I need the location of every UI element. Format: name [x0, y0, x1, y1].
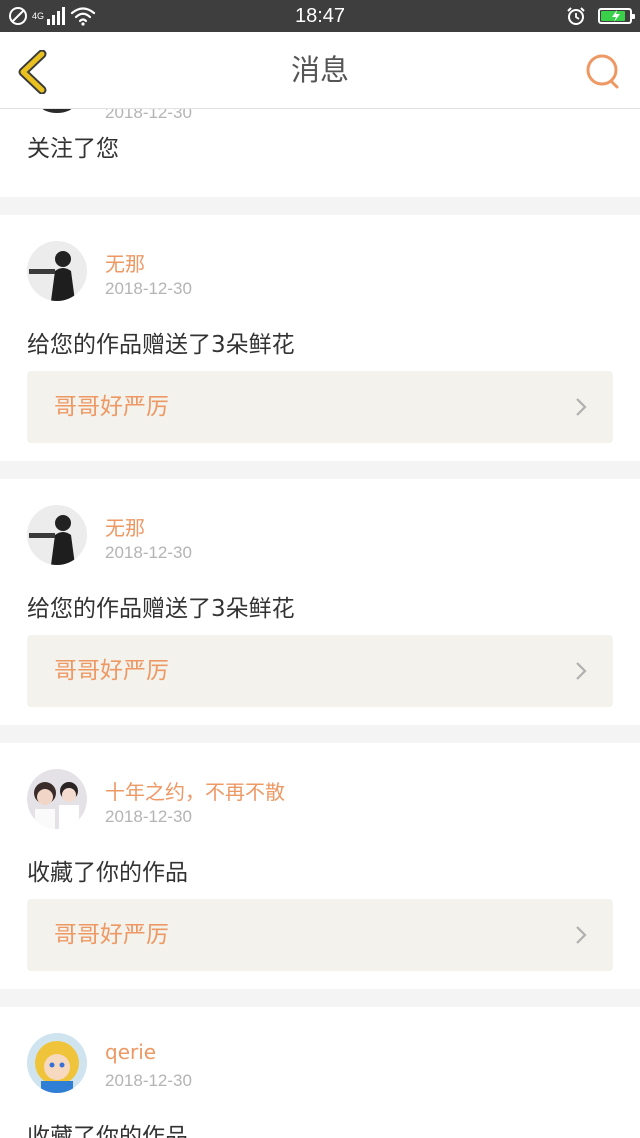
username[interactable]: 无那: [105, 248, 145, 277]
page-title: 消息: [290, 53, 349, 87]
message-date: 2018-12-30: [105, 807, 192, 826]
chevron-right-icon: [576, 662, 587, 680]
avatar[interactable]: [27, 241, 87, 301]
message-card: 无那 2018-12-30 给您的作品赠送了3朵鲜花 哥哥好严厉: [0, 479, 640, 725]
status-bar: 4G 18:47: [0, 0, 640, 32]
message-date: 2018-12-30: [105, 1071, 192, 1090]
search-button[interactable]: [584, 52, 624, 92]
message-action: 给您的作品赠送了3朵鲜花: [27, 332, 295, 358]
message-action: 收藏了你的作品: [27, 860, 188, 886]
avatar[interactable]: [27, 1033, 87, 1093]
work-title: 哥哥好严厉: [54, 658, 169, 684]
work-link[interactable]: 哥哥好严厉: [27, 371, 613, 443]
message-date: 2018-12-30: [105, 109, 192, 122]
work-link[interactable]: 哥哥好严厉: [27, 635, 613, 707]
message-action: 关注了您: [27, 136, 119, 162]
message-card: 十年之约，不再不散 2018-12-30 收藏了你的作品 哥哥好严厉: [0, 743, 640, 989]
avatar[interactable]: [27, 769, 87, 829]
avatar[interactable]: [27, 505, 87, 565]
message-card: 无那 2018-12-30 给您的作品赠送了3朵鲜花 哥哥好严厉: [0, 215, 640, 461]
message-list[interactable]: 2018-12-30 关注了您 无那 2018-12-30 给您的作品赠送了3朵…: [0, 109, 640, 1138]
work-title: 哥哥好严厉: [54, 922, 169, 948]
nav-header: 消息: [0, 32, 640, 109]
work-link[interactable]: 哥哥好严厉: [27, 899, 613, 971]
work-title: 哥哥好严厉: [54, 394, 169, 420]
chevron-right-icon: [576, 398, 587, 416]
message-date: 2018-12-30: [105, 543, 192, 562]
message-card: 2018-12-30 关注了您: [0, 109, 640, 197]
message-action: 收藏了你的作品: [27, 1124, 188, 1138]
avatar[interactable]: [27, 109, 87, 113]
username[interactable]: 十年之约，不再不散: [105, 776, 285, 805]
chevron-right-icon: [576, 926, 587, 944]
message-card: qerie 2018-12-30 收藏了你的作品: [0, 1007, 640, 1138]
alarm-icon: [567, 7, 585, 25]
message-date: 2018-12-30: [105, 279, 192, 298]
search-icon: [586, 54, 619, 89]
status-time: 18:47: [294, 5, 346, 27]
message-action: 给您的作品赠送了3朵鲜花: [27, 596, 295, 622]
username[interactable]: 无那: [105, 512, 145, 541]
battery-charging-icon: [598, 8, 635, 24]
username[interactable]: qerie: [105, 1040, 156, 1064]
